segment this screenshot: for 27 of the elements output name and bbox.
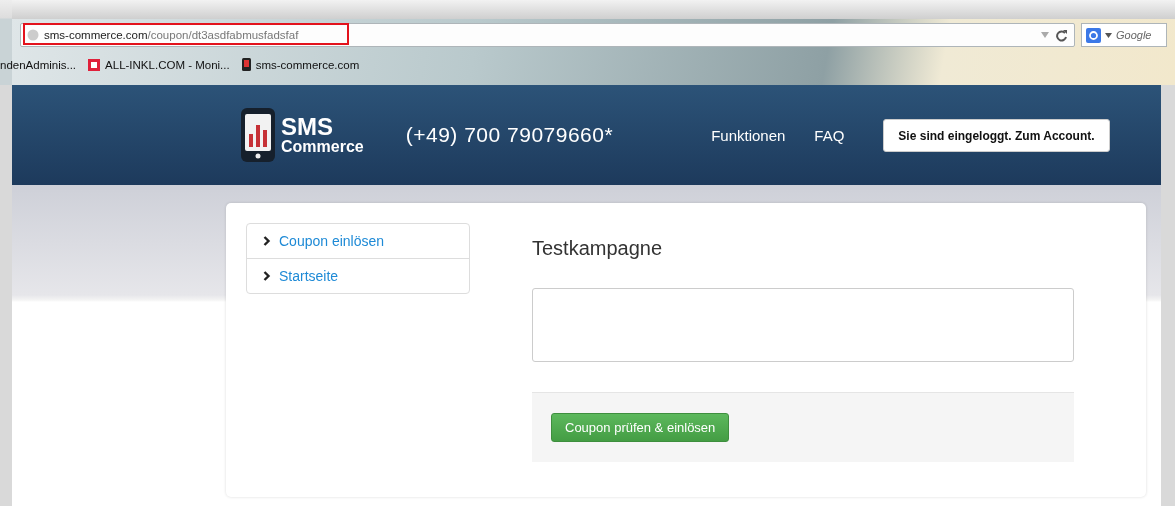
chevron-icon [263, 270, 271, 281]
nav-link[interactable]: Funktionen [711, 126, 786, 144]
sidebar-link[interactable]: Startseite [279, 267, 339, 284]
account-button[interactable]: Sie sind eingeloggt. Zum Account. [883, 118, 1110, 152]
bookmark-item[interactable]: sms-commerce.com [241, 58, 360, 71]
bookmark-item[interactable]: ndenAdminis... [0, 58, 77, 71]
phone-icon [241, 58, 251, 71]
sidebar-link[interactable]: Coupon einlösen [279, 233, 385, 249]
logo-subtext: Commerce [281, 139, 364, 155]
globe-icon [27, 29, 39, 41]
url-host: sms-commerce.com [44, 29, 148, 41]
reload-icon[interactable] [1055, 28, 1068, 42]
nav-link[interactable]: FAQ [814, 126, 845, 144]
url-path: /coupon/dt3asdfabmusfadsfaf [147, 29, 299, 41]
logo-text: SMS [281, 115, 334, 139]
phone-number: (+49) 700 79079660* [405, 123, 614, 147]
search-engine-icon[interactable] [1086, 27, 1101, 43]
logo-icon[interactable] [241, 108, 275, 162]
chevron-icon [263, 236, 271, 246]
bookmark-item[interactable]: ALL-INKL.COM - Moni... [88, 58, 230, 71]
search-placeholder: Google [1116, 29, 1152, 41]
caret-icon[interactable] [1105, 32, 1112, 38]
address-field[interactable]: sms-commerce.com/coupon/dt3asdfabmusfadsfaf [20, 23, 1075, 47]
search-field[interactable]: Google [1081, 23, 1167, 47]
bookmark-icon [88, 58, 101, 71]
coupon-field[interactable] [532, 288, 1074, 362]
campaign-title: Testkampagne [532, 237, 664, 260]
